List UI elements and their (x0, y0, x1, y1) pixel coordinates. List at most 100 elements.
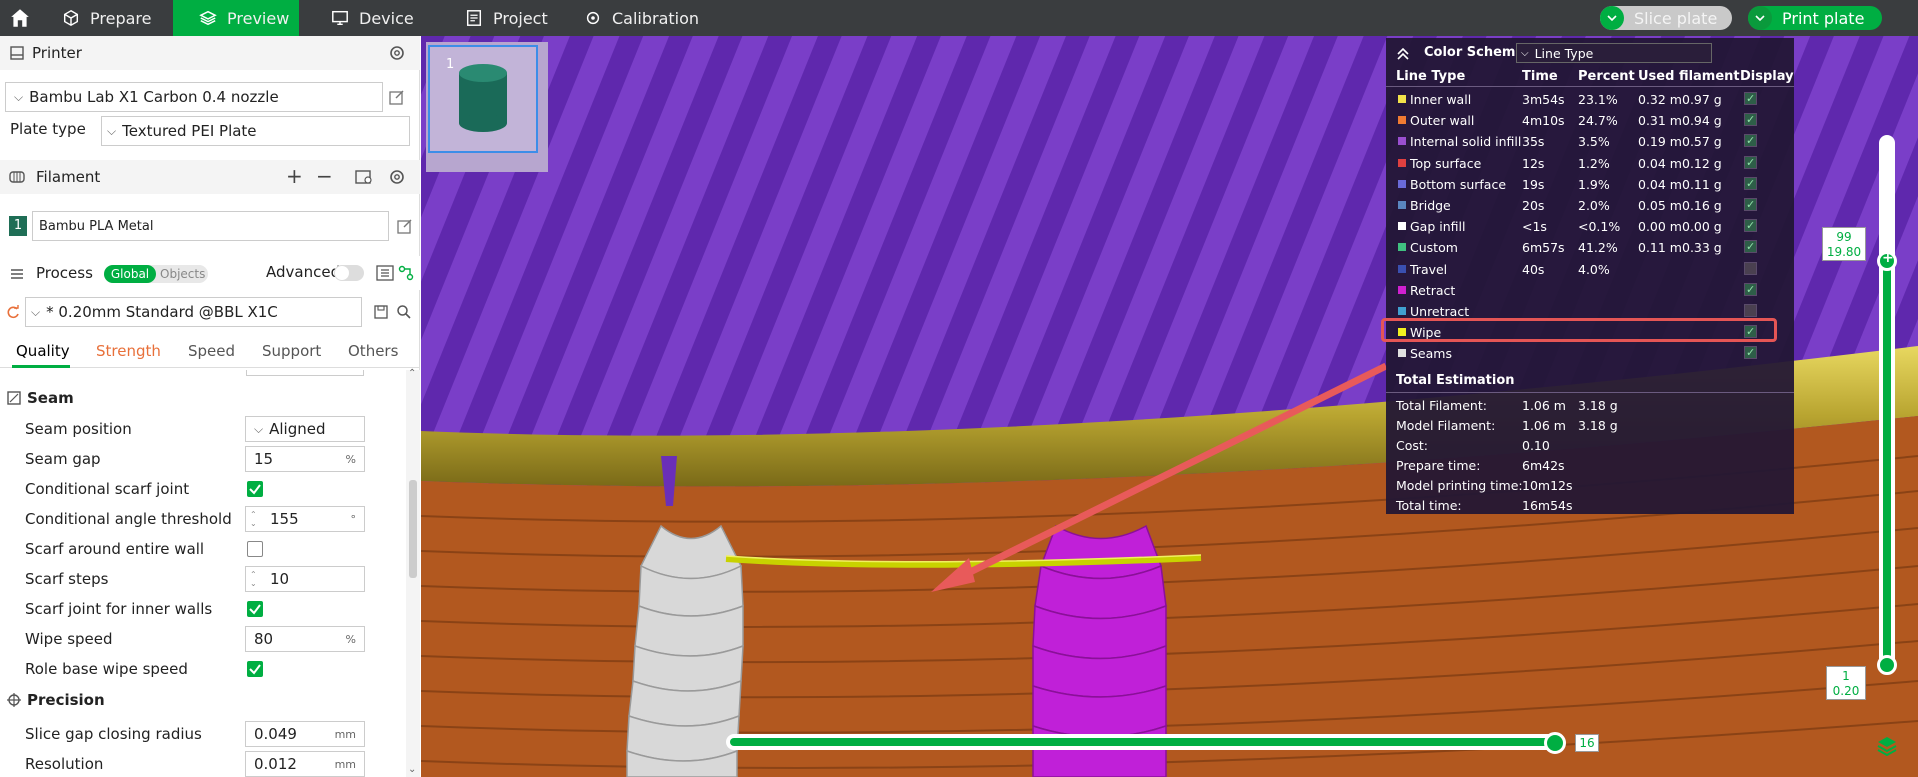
color-scheme-select[interactable]: ⌵ Line Type (1516, 43, 1712, 63)
layers-view-icon[interactable] (1876, 734, 1898, 756)
top-toolbar: Prepare Preview Device Project Calibrati… (0, 0, 1918, 36)
layer-slider-bottom-handle[interactable] (1877, 655, 1897, 675)
display-toggle-checkbox[interactable] (1744, 304, 1757, 317)
flow-icon[interactable] (398, 265, 414, 281)
scarf-steps-input[interactable]: ⌃ ⌄ 10 (245, 566, 365, 592)
chevron-down-icon[interactable] (1600, 6, 1624, 30)
legend-cell-time: 12s (1522, 155, 1545, 171)
display-toggle-checkbox[interactable]: ✓ (1744, 240, 1757, 254)
display-toggle-checkbox[interactable]: ✓ (1744, 113, 1757, 127)
add-filament-icon[interactable]: + (286, 164, 303, 188)
seam-gap-label: Seam gap (25, 450, 101, 468)
process-tabs: Quality Strength Speed Support Others (0, 338, 420, 368)
resolution-input[interactable]: 0.012 mm (245, 751, 365, 777)
legend-divider (1386, 86, 1794, 87)
plate-thumbnail[interactable] (428, 45, 538, 153)
legend-cell-time: <1s (1522, 219, 1547, 235)
settings-scrollbar[interactable]: ⌃ ⌄ (406, 368, 420, 777)
gear-icon[interactable] (388, 44, 406, 62)
scarf-entire-wall-checkbox[interactable] (247, 541, 263, 557)
filament-sync-icon[interactable] (355, 169, 373, 185)
plate-type-select[interactable]: ⌵ Textured PEI Plate (101, 116, 410, 146)
home-button[interactable] (0, 0, 40, 36)
toggle-global[interactable]: Global (104, 265, 156, 283)
cube-icon (63, 9, 79, 27)
legend-cell-name: Internal solid infill (1410, 134, 1522, 150)
display-toggle-checkbox[interactable]: ✓ (1744, 346, 1757, 360)
filament-index-badge[interactable]: 1 (9, 216, 27, 236)
legend-header-used-filament: Used filament (1638, 69, 1740, 84)
conditional-scarf-checkbox[interactable] (247, 481, 263, 497)
display-toggle-checkbox[interactable]: ✓ (1744, 282, 1757, 296)
wipe-speed-input[interactable]: 80 % (245, 626, 365, 652)
legend-cell-time: 19s (1522, 176, 1545, 192)
line-type-swatch (1398, 285, 1406, 294)
legend-cell-name: Gap infill (1410, 219, 1466, 235)
gear-icon[interactable] (388, 168, 406, 186)
legend-cell-len: 0.32 m (1638, 92, 1682, 107)
process-preset-select[interactable]: ⌵ * 0.20mm Standard @BBL X1C (25, 297, 362, 327)
collapse-icon[interactable] (1396, 47, 1410, 63)
compare-icon[interactable] (376, 265, 394, 281)
display-toggle-checkbox[interactable]: ✓ (1744, 198, 1757, 211)
tab-support[interactable]: Support (262, 342, 321, 360)
spin-arrows-icon[interactable]: ⌃ ⌄ (250, 570, 257, 588)
tab-project[interactable]: Project (465, 0, 548, 36)
tab-prepare[interactable]: Prepare (62, 0, 151, 36)
chevron-up-icon[interactable]: ⌃ (408, 368, 416, 379)
angle-threshold-input[interactable]: ⌃ ⌄ 155 ° (245, 506, 365, 532)
total-value-1: 16m54s (1522, 498, 1573, 513)
tab-strength[interactable]: Strength (96, 342, 161, 360)
reset-icon[interactable] (6, 305, 20, 319)
tab-others[interactable]: Others (348, 342, 398, 360)
total-row: Prepare time: 6m42s (1386, 455, 1794, 476)
display-toggle-checkbox[interactable]: ✓ (1744, 219, 1757, 233)
search-icon[interactable] (396, 304, 412, 320)
printer-select[interactable]: ⌵ Bambu Lab X1 Carbon 0.4 nozzle (5, 82, 383, 112)
tab-speed[interactable]: Speed (188, 342, 235, 360)
move-slider-handle[interactable] (1544, 732, 1566, 754)
display-toggle-checkbox[interactable]: ✓ (1744, 134, 1757, 148)
tab-calibration[interactable]: Calibration (584, 0, 699, 36)
role-wipe-speed-checkbox[interactable] (247, 661, 263, 677)
save-icon[interactable] (374, 305, 388, 319)
remove-filament-icon[interactable]: − (316, 164, 333, 188)
scarf-entire-wall-label: Scarf around entire wall (25, 540, 205, 558)
display-toggle-checkbox[interactable]: ✓ (1744, 92, 1757, 105)
print-plate-button[interactable]: Print plate (1748, 6, 1882, 30)
display-toggle-checkbox[interactable]: ✓ (1744, 155, 1757, 169)
layer-slider-top-handle[interactable]: + (1877, 250, 1897, 271)
display-toggle-checkbox[interactable]: ✓ (1744, 176, 1757, 190)
seam-gap-row: Seam gap 15 % (0, 444, 406, 474)
edit-icon[interactable] (397, 218, 413, 234)
layer-top-label: 99 19.80 (1822, 227, 1866, 261)
tab-preview[interactable]: Preview (173, 0, 299, 36)
global-objects-toggle[interactable]: Global Objects (104, 265, 208, 283)
total-label: Total time: (1396, 498, 1462, 513)
legend-cell-percent: 1.2% (1578, 155, 1610, 171)
tab-quality[interactable]: Quality (16, 342, 70, 360)
spin-arrows-icon[interactable]: ⌃ ⌄ (250, 510, 257, 528)
toggle-objects[interactable]: Objects (160, 265, 205, 283)
scarf-steps-row: Scarf steps ⌃ ⌄ 10 (0, 564, 406, 594)
gap-radius-value: 0.049 (254, 725, 297, 743)
tab-device[interactable]: Device (331, 0, 414, 36)
chevron-down-icon: ⌵ (107, 123, 117, 138)
legend-cell-name: Top surface (1410, 155, 1482, 171)
scarf-inner-walls-checkbox[interactable] (247, 601, 263, 617)
gap-radius-input[interactable]: 0.049 mm (245, 721, 365, 747)
legend-header-display: Display (1740, 69, 1794, 84)
advanced-switch[interactable] (334, 265, 364, 281)
display-toggle-checkbox[interactable] (1744, 261, 1757, 275)
chevron-down-icon[interactable] (1748, 6, 1772, 30)
edit-icon[interactable] (389, 89, 405, 105)
legend-cell-name: Outer wall (1410, 113, 1475, 129)
tab-preview-label: Preview (227, 8, 290, 28)
scrollbar-thumb[interactable] (409, 480, 417, 578)
advanced-label: Advanced (266, 263, 341, 281)
slice-plate-button[interactable]: Slice plate (1600, 6, 1732, 30)
chevron-down-icon[interactable]: ⌄ (408, 764, 416, 775)
seam-position-select[interactable]: ⌵ Aligned (245, 416, 365, 442)
seam-gap-input[interactable]: 15 % (245, 446, 365, 472)
filament-select[interactable]: Bambu PLA Metal (32, 211, 389, 241)
